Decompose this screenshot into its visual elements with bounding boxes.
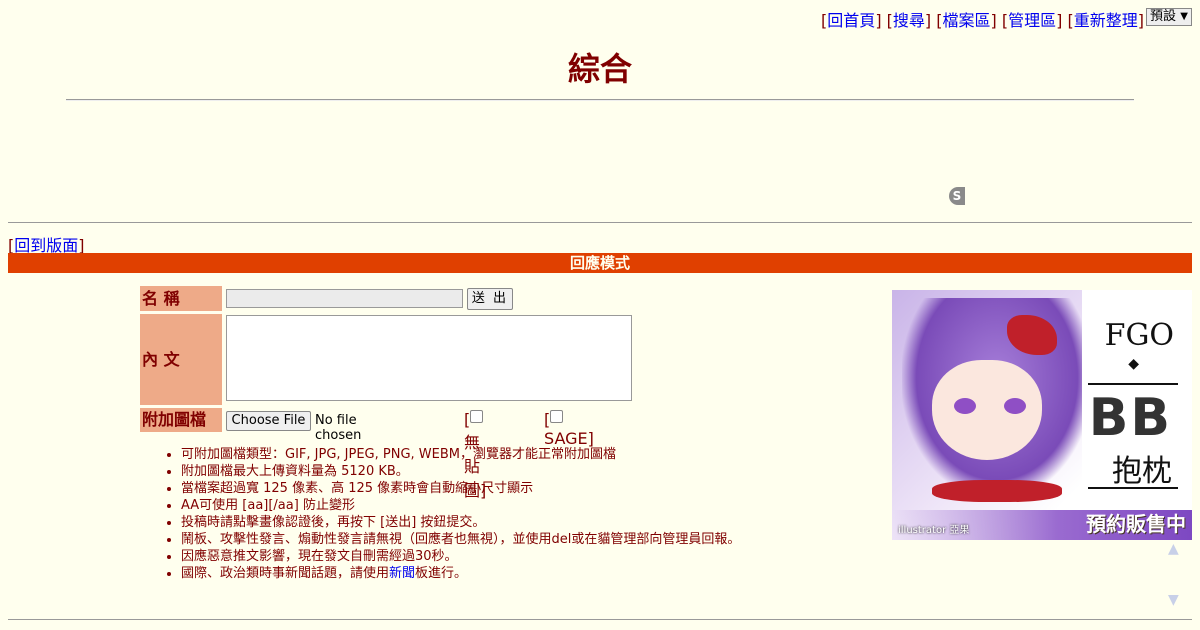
nav-admin-link[interactable]: 管理區 (1008, 11, 1056, 30)
ad-character-eye (954, 398, 976, 414)
board-title: 綜合 (567, 50, 632, 88)
noimg-checkbox[interactable] (470, 410, 484, 423)
ad-rule (1088, 383, 1178, 385)
posting-rules: 可附加圖檔類型：GIF, JPG, JPEG, PNG, WEBM，瀏覽器才能正… (163, 446, 740, 582)
theme-select[interactable]: 預設 ▼ (1146, 8, 1192, 26)
rule-item: 國際、政治類時事新聞話題，請使用新聞板進行。 (181, 565, 740, 582)
top-nav: [回首頁] [搜尋] [檔案區] [管理區] [重新整理] (821, 11, 1144, 30)
ad-sale-text: 預約販售中 (1086, 512, 1186, 536)
rule-item: 因應惡意推文影響，現在發文自刪需經過30秒。 (181, 548, 740, 565)
scroll-up-icon[interactable]: ▲ (1168, 541, 1179, 557)
send-button[interactable]: 送 出 (467, 288, 513, 310)
attach-label: 附加圖檔 (140, 408, 222, 432)
s-badge-icon[interactable]: S (949, 187, 965, 205)
sage-checkbox[interactable] (550, 410, 564, 423)
rule-item: 當檔案超過寬 125 像素、高 125 像素時會自動縮小尺寸顯示 (181, 480, 740, 497)
file-status: No file chosen (315, 413, 362, 443)
content-textarea[interactable] (226, 315, 632, 401)
ad-character-bow (932, 480, 1062, 502)
theme-select-value: 預設 (1150, 9, 1177, 24)
ad-rule (1088, 487, 1178, 489)
name-label: 名 稱 (140, 286, 222, 311)
news-board-link[interactable]: 新聞 (389, 566, 415, 581)
choose-file-button[interactable]: Choose File (226, 411, 311, 431)
content-label: 內 文 (140, 314, 222, 405)
nav-refresh-link[interactable]: 重新整理 (1074, 11, 1138, 30)
rule-item: 附加圖檔最大上傳資料量為 5120 KB。 (181, 463, 740, 480)
ad-banner[interactable]: FGO ◆ BB 抱枕 illustrator 亞果 預約販售中 (892, 290, 1192, 540)
rule-item: 鬧板、攻擊性發言、煽動性發言請無視（回應者也無視），並使用del或在貓管理部向管… (181, 531, 740, 548)
ad-character-face (932, 360, 1042, 460)
rule-text: 國際、政治類時事新聞話題，請使用 (181, 566, 390, 581)
ad-diamond: ◆ (1128, 356, 1139, 372)
rule-item: AA可使用 [aa][/aa] 防止變形 (181, 497, 740, 514)
rule-text: 板進行。 (415, 566, 468, 581)
ad-line1: FGO (1104, 318, 1174, 353)
divider (8, 222, 1192, 223)
nav-home-link[interactable]: 回首頁 (827, 11, 875, 30)
rule-item: 可附加圖檔類型：GIF, JPG, JPEG, PNG, WEBM，瀏覽器才能正… (181, 446, 740, 463)
chevron-down-icon: ▼ (1180, 11, 1188, 22)
divider (8, 619, 1192, 620)
reply-mode-bar: 回應模式 (8, 253, 1192, 273)
nav-search-link[interactable]: 搜尋 (893, 11, 925, 30)
divider (66, 99, 1134, 101)
ad-character-eye (1004, 398, 1026, 414)
nav-archive-link[interactable]: 檔案區 (943, 11, 991, 30)
rule-item: 投稿時請點擊畫像認證後，再按下 [送出] 按鈕提交。 (181, 514, 740, 531)
scroll-down-icon[interactable]: ▼ (1168, 592, 1179, 608)
ad-line2: BB (1088, 388, 1172, 448)
name-input[interactable] (226, 289, 463, 308)
ad-line3: 抱枕 (1112, 454, 1172, 489)
sage-option: [SAGE] (544, 410, 594, 448)
ad-illustrator: illustrator 亞果 (898, 525, 970, 536)
